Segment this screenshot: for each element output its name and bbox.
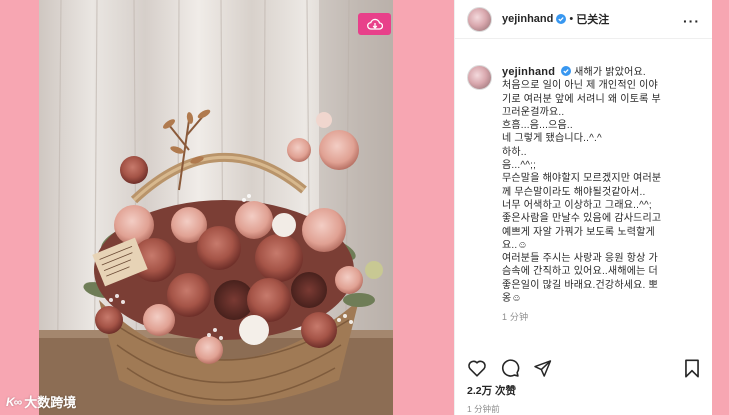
caption-line: 하하..: [502, 146, 527, 158]
caption-line: 음...^^;;: [502, 160, 537, 172]
watermark-text: 大数跨境: [24, 395, 77, 410]
download-button[interactable]: [358, 13, 391, 35]
more-options-icon[interactable]: ···: [683, 13, 700, 29]
follow-status-button[interactable]: 已关注: [576, 11, 609, 27]
cloud-download-icon: [366, 18, 383, 30]
caption-first-line: yejinhand 새해가 밝았어요.: [502, 66, 702, 79]
separator-dot: •: [569, 13, 574, 25]
caption-line: 기로 여러분 앞에 서려니 왜 이토록 부: [502, 93, 661, 105]
caption-body: yejinhand 새해가 밝았어요. 처음으로 일이 아닌 제 개인적인 이야…: [502, 66, 702, 325]
verified-badge-icon: [561, 66, 572, 76]
caption-line: 께 무슨말이라도 해야될것같아서..: [502, 186, 646, 198]
caption-line: 끄러운걸까요..: [502, 106, 565, 118]
post-timestamp: 1 分钟前: [467, 404, 500, 414]
caption-line: 슴속에 간직하고 있어요..새해에는 더: [502, 266, 658, 278]
flower-basket-photo: [39, 0, 393, 415]
watermark-logo: K∞: [6, 394, 22, 409]
caption-line: 흐흠...음...으음..: [502, 120, 573, 132]
header-username[interactable]: yejinhand: [502, 13, 553, 25]
verified-badge-icon: [556, 14, 567, 24]
caption-line: 옹☺: [502, 293, 522, 305]
caption-line: 처음으로 일이 아닌 제 개인적인 이야: [502, 80, 658, 92]
share-icon[interactable]: [533, 359, 552, 378]
post-image[interactable]: [39, 0, 393, 415]
post-side-panel: yejinhand • 已关注 ··· yejinhand 새해가 밝았어요. …: [454, 0, 712, 415]
watermark: K∞ 大数跨境: [6, 392, 76, 411]
caption-line: 여러분들 주시는 사랑과 응원 항상 가: [502, 253, 658, 265]
caption-line: 새해가 밝았어요.: [574, 67, 646, 78]
caption-line: 예쁘게 자알 가꿔가 보도록 노력할게: [502, 226, 655, 238]
avatar[interactable]: [467, 6, 492, 32]
caption-line: 요..☺: [502, 239, 528, 251]
bookmark-icon[interactable]: [684, 358, 700, 378]
caption-line: 좋은사람을 만날수 있음에 감사드리고: [502, 213, 662, 225]
like-count[interactable]: 2.2万 次赞: [467, 383, 516, 398]
caption-line: 네 그렇게 됐습니다..^.^: [502, 133, 602, 145]
post-header: yejinhand • 已关注 ···: [455, 0, 712, 39]
caption-timestamp: 1 分钟: [502, 312, 529, 323]
comment-icon[interactable]: [500, 358, 520, 378]
caption-username[interactable]: yejinhand: [502, 66, 555, 78]
action-bar: [467, 356, 700, 380]
caption-line: 좋은일이 많길 바래요.건강하세요. 뽀: [502, 279, 658, 291]
heart-icon[interactable]: [467, 359, 487, 377]
caption-avatar[interactable]: [467, 65, 492, 90]
caption-area: yejinhand 새해가 밝았어요. 처음으로 일이 아닌 제 개인적인 이야…: [455, 60, 712, 352]
caption-line: 너무 어색하고 이상하고 그래요..^^;: [502, 199, 652, 211]
caption-line: 무슨말을 해야할지 모르겠지만 여러분: [502, 173, 662, 185]
